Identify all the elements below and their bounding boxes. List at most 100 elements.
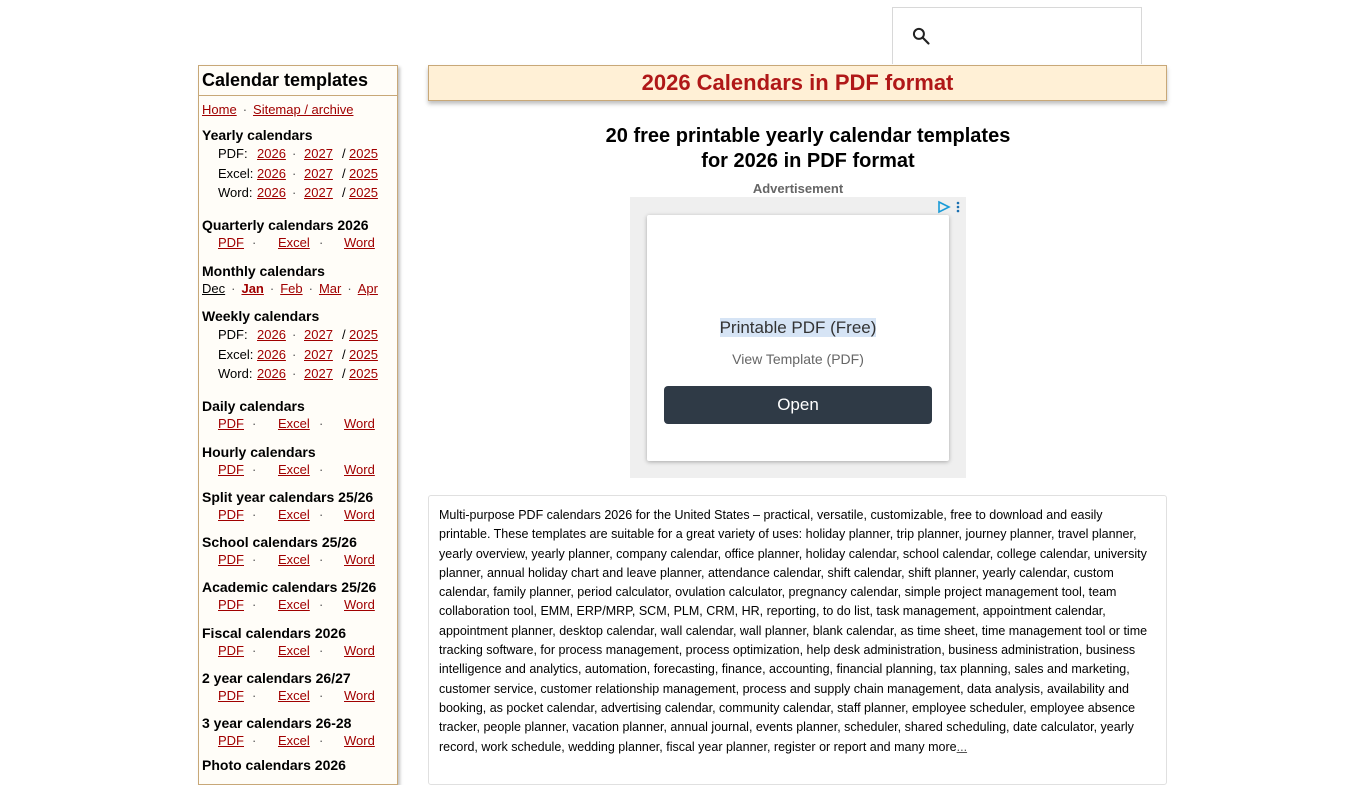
fiscal-word-link[interactable]: Word [344,642,375,660]
three-year-title: 3 year calendars 26-28 [202,715,352,731]
month-mar-link[interactable]: Mar [319,281,341,296]
slash: / [342,165,346,181]
yearly-section: Yearly calendars PDF: 2026 · 2027 / 2025… [202,126,392,203]
school-pdf-link[interactable]: PDF [218,551,244,569]
split-word-link[interactable]: Word [344,506,375,524]
advertisement-frame: Printable PDF (Free) View Template (PDF)… [630,197,966,478]
weekly-word-2027-link[interactable]: 2027 [304,364,333,384]
ad-subline[interactable]: View Template (PDF) [647,351,949,367]
academic-word-link[interactable]: Word [344,596,375,614]
slash: / [342,366,346,381]
separator: · [252,235,257,250]
yearly-word-2027-link[interactable]: 2027 [304,183,333,203]
month-feb-link[interactable]: Feb [280,281,302,296]
weekly-row-excel: Excel: 2026 · 2027 / 2025 [202,345,392,365]
two-year-section: 2 year calendars 26/27 PDF · Excel · Wor… [202,669,392,705]
yearly-excel-2025-link[interactable]: 2025 [349,164,378,184]
month-jan-link[interactable]: Jan [241,281,263,296]
school-excel-link[interactable]: Excel [278,551,310,569]
separator: · [319,462,324,477]
two-year-word-link[interactable]: Word [344,687,375,705]
two-year-pdf-link[interactable]: PDF [218,687,244,705]
weekly-excel-2026-link[interactable]: 2026 [257,345,286,365]
page-subtitle: 20 free printable yearly calendar templa… [605,125,1011,172]
row-label: PDF: [218,146,248,161]
quarterly-title: Quarterly calendars 2026 [202,217,369,233]
weekly-pdf-2027-link[interactable]: 2027 [304,325,333,345]
ad-open-button[interactable]: Open [664,386,932,424]
weekly-pdf-2026-link[interactable]: 2026 [257,325,286,345]
separator: · [347,281,352,296]
daily-pdf-link[interactable]: PDF [218,415,244,433]
hourly-pdf-link[interactable]: PDF [218,461,244,479]
separator: · [308,281,313,296]
separator: · [242,102,248,117]
quarterly-excel-link[interactable]: Excel [278,234,310,252]
yearly-pdf-2026-link[interactable]: 2026 [257,144,286,164]
hourly-word-link[interactable]: Word [344,461,375,479]
home-link[interactable]: Home [202,102,237,117]
separator: · [292,165,297,181]
fiscal-pdf-link[interactable]: PDF [218,642,244,660]
split-excel-link[interactable]: Excel [278,506,310,524]
separator: · [252,552,257,567]
fiscal-section: Fiscal calendars 2026 PDF · Excel · Word [202,624,392,660]
yearly-row-excel: Excel: 2026 · 2027 / 2025 [202,164,392,184]
weekly-word-2025-link[interactable]: 2025 [349,364,378,384]
read-more-link[interactable]: ... [957,740,967,754]
slash: / [342,185,346,200]
daily-section: Daily calendars PDF · Excel · Word [202,397,392,433]
photo-section: Photo calendars 2026 [202,756,392,774]
separator: · [292,185,297,200]
three-year-excel-link[interactable]: Excel [278,732,310,750]
ad-choices-icon[interactable] [936,200,962,214]
ad-headline-text[interactable]: Printable PDF (Free) [719,318,877,337]
daily-excel-link[interactable]: Excel [278,415,310,433]
split-pdf-link[interactable]: PDF [218,506,244,524]
weekly-pdf-2025-link[interactable]: 2025 [349,325,378,345]
three-year-word-link[interactable]: Word [344,732,375,750]
separator: · [252,507,257,522]
daily-formats: PDF · Excel · Word [202,415,392,433]
weekly-title: Weekly calendars [202,308,320,324]
separator: · [319,597,324,612]
school-section: School calendars 25/26 PDF · Excel · Wor… [202,533,392,569]
fiscal-excel-link[interactable]: Excel [278,642,310,660]
search-box[interactable] [892,7,1142,64]
search-input[interactable] [939,22,1133,52]
weekly-word-2026-link[interactable]: 2026 [257,364,286,384]
yearly-pdf-2027-link[interactable]: 2027 [304,144,333,164]
two-year-excel-link[interactable]: Excel [278,687,310,705]
academic-pdf-link[interactable]: PDF [218,596,244,614]
separator: · [319,416,324,431]
weekly-row-word: Word: 2026 · 2027 / 2025 [202,364,392,384]
monthly-title: Monthly calendars [202,263,325,279]
weekly-excel-2025-link[interactable]: 2025 [349,345,378,365]
weekly-excel-2027-link[interactable]: 2027 [304,345,333,365]
separator: · [319,552,324,567]
yearly-excel-2027-link[interactable]: 2027 [304,164,333,184]
yearly-word-2026-link[interactable]: 2026 [257,183,286,203]
month-apr-link[interactable]: Apr [358,281,378,296]
ad-headline[interactable]: Printable PDF (Free) [647,318,949,338]
sitemap-link[interactable]: Sitemap / archive [253,102,353,117]
row-label: Word: [218,185,253,200]
quarterly-word-link[interactable]: Word [344,234,375,252]
three-year-pdf-link[interactable]: PDF [218,732,244,750]
school-word-link[interactable]: Word [344,551,375,569]
quarterly-pdf-link[interactable]: PDF [218,234,244,252]
ad-card[interactable]: Printable PDF (Free) View Template (PDF)… [647,215,949,461]
academic-formats: PDF · Excel · Word [202,596,392,614]
month-dec-link[interactable]: Dec [202,281,225,296]
yearly-row-word: Word: 2026 · 2027 / 2025 [202,183,392,203]
slash: / [342,327,346,342]
school-title: School calendars 25/26 [202,534,357,550]
search-icon [912,27,930,45]
yearly-word-2025-link[interactable]: 2025 [349,183,378,203]
hourly-excel-link[interactable]: Excel [278,461,310,479]
yearly-excel-2026-link[interactable]: 2026 [257,164,286,184]
academic-excel-link[interactable]: Excel [278,596,310,614]
yearly-pdf-2025-link[interactable]: 2025 [349,144,378,164]
daily-word-link[interactable]: Word [344,415,375,433]
split-title: Split year calendars 25/26 [202,489,374,505]
